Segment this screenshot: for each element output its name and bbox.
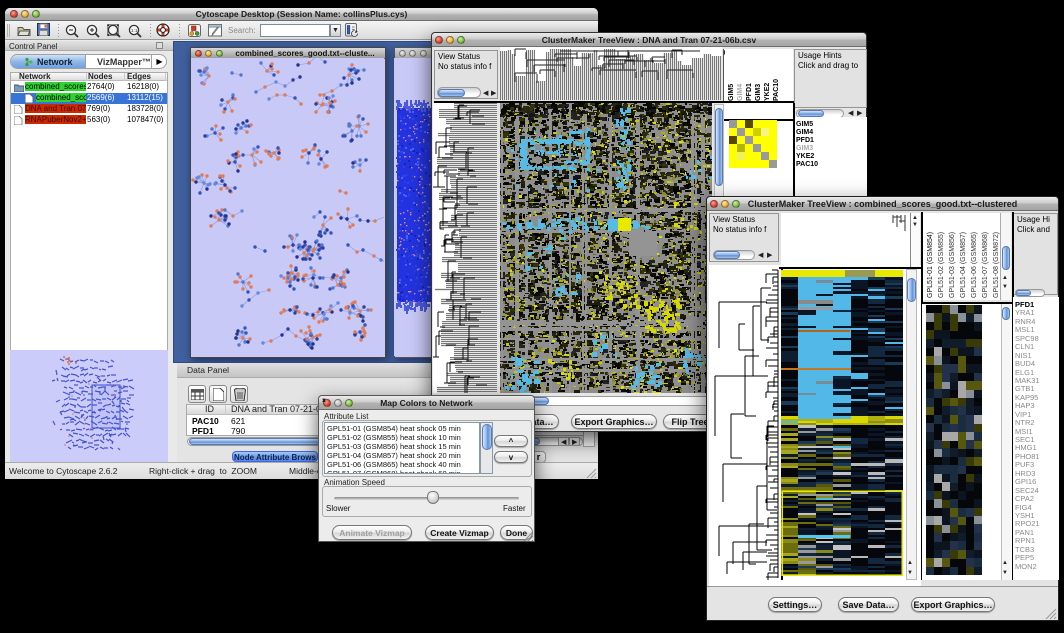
svg-text:GIM4: GIM4 — [737, 84, 744, 101]
svg-text:GPL51-02 (GSM855): GPL51-02 (GSM855) — [938, 232, 945, 298]
svg-text:GPL51-06 (GSM865): GPL51-06 (GSM865) — [971, 232, 978, 298]
svg-text:GPL51-01 (GSM854): GPL51-01 (GSM854) — [927, 232, 934, 298]
svg-text:PAC10: PAC10 — [773, 79, 780, 101]
svg-text:GPL51-07 (GSM868): GPL51-07 (GSM868) — [982, 232, 989, 298]
svg-text:GPL51-08 (GSM872): GPL51-08 (GSM872) — [993, 232, 1000, 298]
svg-text:1:1: 1:1 — [131, 28, 138, 33]
svg-text:GIM3: GIM3 — [755, 84, 762, 101]
svg-text:PFD1: PFD1 — [746, 83, 753, 101]
svg-text:YKE2: YKE2 — [764, 83, 771, 101]
svg-text:GPL51-03 (GSM856): GPL51-03 (GSM856) — [949, 232, 956, 298]
svg-text:GIM5: GIM5 — [728, 84, 735, 101]
svg-text:GPL51-04 (GSM857): GPL51-04 (GSM857) — [960, 232, 967, 298]
